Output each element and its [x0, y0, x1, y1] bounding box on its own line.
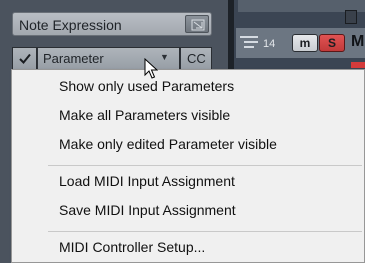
- parameter-column-header: Parameter ▼ CC: [12, 47, 212, 70]
- collapse-icon: [191, 19, 205, 31]
- note-expression-title: Note Expression: [19, 17, 122, 33]
- menu-item-label: Save MIDI Input Assignment: [59, 202, 236, 218]
- menu-item-save-midi-assignment[interactable]: Save MIDI Input Assignment: [12, 199, 364, 223]
- mouse-cursor-icon: [144, 58, 158, 79]
- cc-column[interactable]: CC: [181, 48, 211, 69]
- mute-button[interactable]: m: [292, 34, 318, 52]
- note-expression-header[interactable]: Note Expression: [12, 12, 212, 36]
- menu-item-load-midi-assignment[interactable]: Load MIDI Input Assignment: [12, 170, 364, 194]
- cc-column-label: CC: [187, 51, 206, 66]
- menu-item-label: Load MIDI Input Assignment: [59, 173, 235, 189]
- track-number: 14: [263, 38, 276, 50]
- parameter-column-label: Parameter: [43, 51, 104, 66]
- context-menu: Show only used Parameters Make all Param…: [11, 69, 365, 263]
- track-name[interactable]: M: [351, 33, 364, 51]
- menu-item-label: Make only edited Parameter visible: [59, 136, 277, 152]
- menu-separator: [48, 231, 362, 232]
- menu-separator: [48, 165, 362, 166]
- checkmark-icon: [19, 53, 31, 64]
- menu-item-show-used-parameters[interactable]: Show only used Parameters: [12, 75, 364, 99]
- solo-button[interactable]: S: [319, 34, 345, 52]
- track-top-button[interactable]: [345, 10, 357, 24]
- menu-item-label: MIDI Controller Setup...: [59, 239, 206, 255]
- menu-item-label: Show only used Parameters: [59, 78, 235, 94]
- menu-item-midi-controller-setup[interactable]: MIDI Controller Setup...: [12, 236, 364, 260]
- collapse-button[interactable]: [185, 15, 209, 33]
- menu-item-label: Make all Parameters visible: [59, 107, 231, 123]
- check-column[interactable]: [13, 48, 37, 69]
- dropdown-arrow-icon: ▼: [160, 52, 169, 62]
- track-color-marker: [351, 62, 365, 68]
- menu-item-make-all-visible[interactable]: Make all Parameters visible: [12, 104, 364, 128]
- track-type-icon: [240, 36, 258, 48]
- parameter-column[interactable]: Parameter ▼: [38, 48, 180, 69]
- menu-item-make-edited-visible[interactable]: Make only edited Parameter visible: [12, 133, 364, 157]
